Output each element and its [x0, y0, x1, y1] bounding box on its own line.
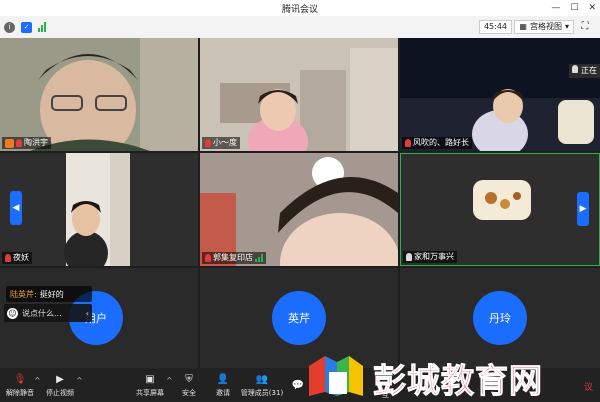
- participant-name: 郭集复印店: [213, 253, 253, 262]
- watermark-text: 彭城教育网: [373, 361, 543, 401]
- participant-name: 陶洪宇: [24, 138, 48, 147]
- host-icon: [5, 138, 14, 148]
- title-bar: 腾讯会议 — ☐ ✕: [0, 0, 600, 16]
- invite-button[interactable]: 👤 邀请: [208, 370, 238, 401]
- video-tile[interactable]: 小～度: [200, 38, 398, 151]
- info-icon[interactable]: i: [4, 21, 15, 33]
- prev-page-button[interactable]: ◀: [10, 191, 22, 225]
- chat-icon: 💬: [291, 379, 305, 391]
- mic-muted-icon: [205, 139, 211, 147]
- shield-icon[interactable]: ✓: [21, 21, 32, 33]
- view-mode-button[interactable]: ▦ 宫格视图 ▾: [514, 20, 574, 34]
- video-feed-kitchen: [200, 38, 398, 151]
- chevron-right-icon: ▶: [579, 204, 587, 214]
- video-tile[interactable]: 郭集复印店: [200, 153, 398, 266]
- watermark-logo: [309, 356, 363, 396]
- avatar: 英芹: [272, 291, 326, 345]
- mic-muted-icon: 🎙: [13, 373, 27, 385]
- signal-icon[interactable]: [38, 22, 46, 32]
- speaking-text: 正在: [581, 66, 597, 75]
- participant-label: 陶洪宇: [2, 137, 51, 149]
- share-screen-label: 共享屏幕: [136, 388, 164, 397]
- share-screen-icon: ▣: [145, 373, 155, 385]
- stop-video-button[interactable]: ▶ 停止视频: [42, 370, 78, 401]
- grid-icon: ▦: [519, 22, 527, 31]
- mic-muted-icon: [405, 139, 411, 147]
- fullscreen-icon[interactable]: ⛶: [578, 20, 592, 34]
- participant-label: 夜妖: [2, 252, 32, 264]
- watermark: 彭城教育网: [305, 352, 597, 401]
- close-icon[interactable]: ✕: [588, 3, 596, 13]
- chat-message: 挺好的: [39, 289, 64, 299]
- chevron-up-icon[interactable]: ^: [76, 376, 83, 385]
- mic-muted-icon: [16, 139, 22, 147]
- video-feed-night: [400, 38, 600, 151]
- chevron-down-icon: ▾: [564, 22, 569, 31]
- chat-sender: 陆英芹:: [10, 289, 37, 299]
- chat-bubble: 陆英芹: 挺好的: [6, 286, 92, 302]
- security-button[interactable]: ⛨ 安全: [174, 370, 204, 401]
- chevron-left-icon: ◀: [12, 203, 20, 213]
- invite-label: 邀请: [216, 388, 230, 397]
- shared-image: [473, 180, 531, 220]
- minimize-icon[interactable]: —: [551, 3, 560, 13]
- participant-label: 风吹的、路好长: [402, 137, 472, 149]
- mic-icon: [406, 253, 412, 261]
- view-mode-label: 宫格视图: [529, 22, 562, 31]
- stop-video-label: 停止视频: [46, 388, 74, 397]
- video-feed-man: [0, 38, 198, 151]
- unmute-button[interactable]: 🎙 解除静音: [2, 370, 38, 401]
- chat-placeholder: 说点什么...: [22, 308, 62, 318]
- security-label: 安全: [182, 388, 196, 397]
- add-user-icon: 👤: [216, 373, 230, 385]
- chevron-up-icon[interactable]: ^: [34, 376, 41, 385]
- members-icon: 👥: [255, 373, 269, 385]
- speaking-indicator: 正在: [569, 64, 600, 78]
- share-screen-button[interactable]: ▣ 共享屏幕: [132, 370, 168, 401]
- chevron-up-icon[interactable]: ^: [166, 376, 173, 385]
- participant-name: 小～度: [213, 138, 237, 147]
- mic-muted-icon: [5, 254, 11, 262]
- shield-icon: ⛨: [185, 373, 193, 385]
- chat-input[interactable]: ☺ 说点什么... ‹: [4, 304, 92, 322]
- avatar: 丹玲: [473, 291, 527, 345]
- manage-members-button[interactable]: 👥 管理成员(31): [238, 370, 286, 401]
- collapse-chat-icon[interactable]: ‹: [86, 309, 89, 318]
- mic-icon: [572, 65, 579, 73]
- video-feed-closeup: [200, 153, 398, 266]
- video-tile[interactable]: ▶ 家和万事兴: [400, 153, 600, 266]
- video-tile[interactable]: 陶洪宇: [0, 38, 198, 151]
- app-title: 腾讯会议: [281, 4, 318, 15]
- avatar-text: 英芹: [288, 312, 310, 325]
- mic-muted-icon: [205, 254, 211, 262]
- chat-button[interactable]: 💬: [290, 370, 306, 401]
- video-tile[interactable]: 正在 风吹的、路好长: [400, 38, 600, 151]
- avatar-text: 丹玲: [489, 312, 511, 325]
- maximize-icon[interactable]: ☐: [570, 3, 578, 13]
- signal-icon: [255, 254, 263, 262]
- video-feed-boy: [64, 153, 130, 266]
- manage-members-label: 管理成员(31): [240, 388, 284, 397]
- participant-label: 小～度: [202, 137, 240, 149]
- participant-name: 夜妖: [13, 253, 29, 262]
- next-page-button[interactable]: ▶: [577, 192, 589, 226]
- participant-label: 家和万事兴: [403, 251, 457, 263]
- meeting-timer: 45:44: [478, 20, 512, 34]
- window-controls: — ☐ ✕: [551, 0, 596, 16]
- participant-name: 家和万事兴: [414, 252, 454, 261]
- participant-name: 风吹的、路好长: [413, 138, 469, 147]
- participant-label: 郭集复印店: [202, 252, 266, 264]
- video-camera-icon: ▶: [56, 373, 64, 385]
- video-tile[interactable]: ◀ 夜妖: [0, 153, 198, 266]
- emoji-icon[interactable]: ☺: [7, 307, 18, 319]
- unmute-label: 解除静音: [6, 388, 34, 397]
